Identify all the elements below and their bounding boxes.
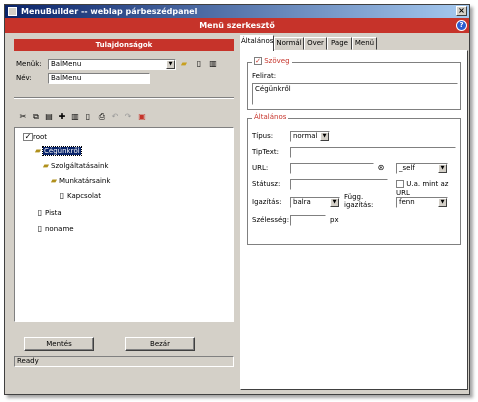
name-label: Név: xyxy=(16,74,32,82)
halign-select[interactable]: balra ▼ xyxy=(290,197,340,208)
caption-label: Felirat: xyxy=(252,72,277,80)
tab-normal[interactable]: Normál xyxy=(274,37,304,50)
tab-content: ✓ Szöveg Felirat: Cégünkről Általános Tí… xyxy=(240,50,468,390)
url-label: URL: xyxy=(252,164,269,172)
title-bar: MenuBuilder -- weblap párbeszédpanel × xyxy=(5,5,469,18)
properties-title: Tulajdonságok xyxy=(14,39,234,51)
undo-icon[interactable]: ↶ xyxy=(110,112,120,122)
document-icon: ▯ xyxy=(37,224,43,233)
status-label: Státusz: xyxy=(252,180,281,188)
chevron-down-icon[interactable]: ▼ xyxy=(320,132,329,141)
divider xyxy=(14,97,234,99)
general-group: Általános Típus: normal ▼ TipText: URL: … xyxy=(247,113,461,245)
type-label: Típus: xyxy=(252,132,274,140)
width-field[interactable] xyxy=(290,215,326,226)
tab-menu[interactable]: Menü xyxy=(352,37,377,50)
delete-trash-icon[interactable]: ▥ xyxy=(208,59,218,69)
menu-tree[interactable]: ✓ root ▰ Cégünkről ▰ Szolgáltatásaink ▰ Munk… xyxy=(14,127,234,322)
folder-icon: ▰ xyxy=(42,161,50,170)
tree-item-munkatarsaink[interactable]: ▰ Munkatársaink xyxy=(49,176,111,186)
tree-item-pista[interactable]: ▯ Pista xyxy=(35,208,62,218)
name-field[interactable]: BalMenu xyxy=(48,73,150,84)
valign-label: Függ. igazítás: xyxy=(344,193,374,209)
window-title: MenuBuilder -- weblap párbeszédpanel xyxy=(21,7,198,16)
folder-icon: ▰ xyxy=(34,146,42,155)
delete-item-icon[interactable]: ▥ xyxy=(70,112,80,122)
copy-icon[interactable]: ⧉ xyxy=(31,112,41,122)
width-label: Szélesség: xyxy=(252,216,290,224)
target-select[interactable]: _self ▼ xyxy=(396,163,448,174)
menus-select[interactable]: BalMenu ▼ xyxy=(48,59,176,70)
text-group-legend[interactable]: ✓ Szöveg xyxy=(252,57,292,66)
document-icon: ▯ xyxy=(37,208,43,217)
text-group: ✓ Szöveg Felirat: Cégünkről xyxy=(247,57,461,110)
properties-panel: Tulajdonságok Menük: BalMenu ▼ ▰ ▯ ▥ Név… xyxy=(14,37,234,392)
document-icon: ▯ xyxy=(59,191,65,200)
tree-item-kapcsolat[interactable]: ▯ Kapcsolat xyxy=(57,191,101,201)
redo-icon[interactable]: ↷ xyxy=(123,112,133,122)
same-as-url-checkbox[interactable] xyxy=(396,180,404,188)
paste-icon[interactable]: ▤ xyxy=(44,112,54,122)
tab-altalanos[interactable]: Általános xyxy=(240,35,274,51)
browse-link-icon[interactable]: ⊛ xyxy=(376,163,386,173)
close-button[interactable]: Bezár xyxy=(125,337,195,351)
dialog-window: MenuBuilder -- weblap párbeszédpanel × M… xyxy=(4,4,470,395)
same-as-url-option[interactable]: U.a. mint az URL xyxy=(396,180,460,198)
valign-select[interactable]: fenn ▼ xyxy=(396,197,448,208)
open-folder-icon[interactable]: ▰ xyxy=(179,59,189,69)
chevron-down-icon[interactable]: ▼ xyxy=(438,164,447,173)
tree-item-cegunkrol[interactable]: ▰ Cégünkről xyxy=(33,146,82,156)
menus-label: Menük: xyxy=(16,60,42,68)
chevron-down-icon[interactable]: ▼ xyxy=(330,198,339,207)
cut-icon[interactable]: ✂ xyxy=(18,112,28,122)
editor-panel: Általános Normál Over Page Menü ✓ Szöveg… xyxy=(240,35,468,392)
save-button[interactable]: Mentés xyxy=(24,337,94,351)
status-field[interactable] xyxy=(290,179,388,190)
app-icon xyxy=(8,7,17,16)
tiptext-label: TipText: xyxy=(252,148,279,156)
general-group-legend: Általános xyxy=(252,113,289,122)
halign-label: Igazítás: xyxy=(252,198,282,206)
editor-header: Menü szerkesztő ? xyxy=(5,18,469,33)
menus-select-value: BalMenu xyxy=(51,60,82,68)
width-unit: px xyxy=(330,216,339,224)
text-enabled-checkbox[interactable]: ✓ xyxy=(254,57,262,65)
tree-item-noname[interactable]: ▯ noname xyxy=(35,224,74,234)
chevron-down-icon[interactable]: ▼ xyxy=(166,60,175,69)
export-icon[interactable]: ▣ xyxy=(137,112,147,122)
folder-icon: ▰ xyxy=(50,176,58,185)
add-item-icon[interactable]: ✚ xyxy=(57,112,67,122)
chevron-down-icon[interactable]: ▼ xyxy=(438,198,447,207)
close-window-button[interactable]: × xyxy=(456,6,467,16)
preview-icon[interactable]: ⎙ xyxy=(97,112,107,122)
url-field[interactable] xyxy=(290,163,374,174)
root-checkbox-icon[interactable]: ✓ xyxy=(23,133,33,141)
help-icon[interactable]: ? xyxy=(456,20,467,31)
caption-textarea[interactable]: Cégünkről xyxy=(252,83,458,105)
editor-header-title: Menü szerkesztő xyxy=(199,21,275,30)
tab-over[interactable]: Over xyxy=(304,37,327,50)
document-icon[interactable]: ▯ xyxy=(83,112,93,122)
tree-item-szolgaltatasaink[interactable]: ▰ Szolgáltatásaink xyxy=(41,161,109,171)
tab-page[interactable]: Page xyxy=(327,37,352,50)
status-bar: Ready xyxy=(14,356,234,367)
type-select[interactable]: normal ▼ xyxy=(290,131,330,142)
tree-item-root[interactable]: ✓ root xyxy=(23,132,47,142)
new-document-icon[interactable]: ▯ xyxy=(194,59,204,69)
tiptext-field[interactable] xyxy=(290,147,456,158)
